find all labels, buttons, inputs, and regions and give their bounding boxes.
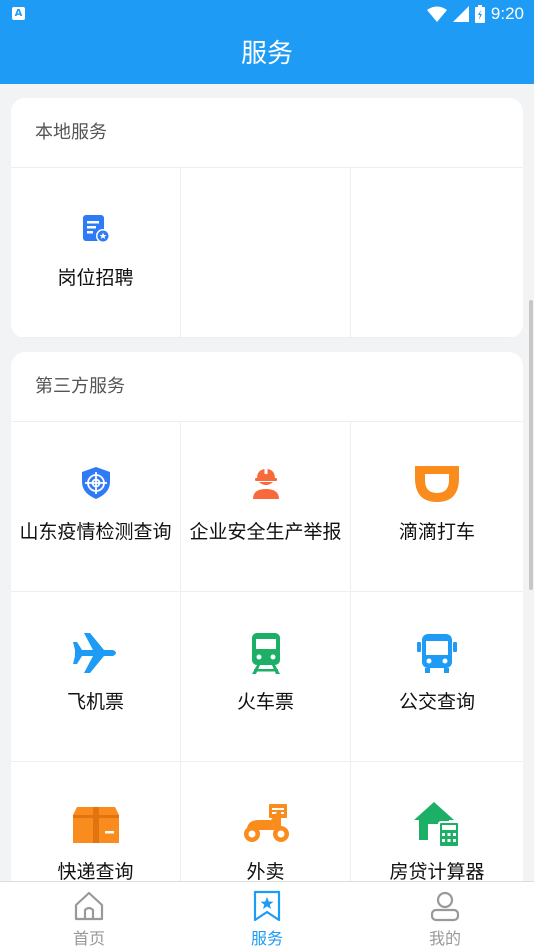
service-takeaway[interactable]: 外卖: [181, 762, 351, 892]
service-safety-report[interactable]: 企业安全生产举报: [181, 422, 351, 592]
scooter-icon: [241, 798, 291, 848]
service-label: 飞机票: [66, 691, 124, 713]
service-bus-query[interactable]: 公交查询: [351, 592, 523, 762]
service-epidemic-query[interactable]: 山东疫情检测查询: [11, 422, 181, 592]
service-flight-tickets[interactable]: 飞机票: [11, 592, 181, 762]
service-label: 企业安全生产举报: [189, 521, 342, 543]
bus-icon: [412, 628, 462, 678]
clock: 9:20: [490, 4, 524, 23]
airplane-icon: [71, 628, 121, 678]
bookmark-star-icon: [253, 890, 281, 922]
service-label: 山东疫情检测查询: [19, 521, 172, 543]
third-party-services-grid: 山东疫情检测查询 企业安全生产举报 滴滴打车 飞机票 火车票 公交查询 快递查询…: [11, 422, 523, 892]
service-label: 快递查询: [57, 861, 134, 883]
tab-label: 首页: [72, 929, 105, 948]
shield-target-icon: [71, 458, 121, 508]
home-icon: [74, 891, 104, 921]
service-label: 外卖: [246, 861, 285, 883]
wifi-icon: [426, 6, 447, 22]
service-label: 岗位招聘: [57, 267, 134, 289]
local-services-card: 本地服务 岗位招聘: [11, 98, 523, 338]
bottom-tab-bar: 首页 服务 我的: [0, 881, 534, 951]
service-didi-taxi[interactable]: 滴滴打车: [351, 422, 523, 592]
job-posting-icon: [71, 204, 121, 254]
tab-label: 服务: [250, 929, 283, 948]
page-title: 服务: [0, 28, 534, 84]
section-title-third-party: 第三方服务: [11, 352, 523, 422]
battery-icon: [474, 5, 485, 23]
service-label: 公交查询: [398, 691, 475, 713]
service-train-tickets[interactable]: 火车票: [181, 592, 351, 762]
tab-home[interactable]: 首页: [0, 882, 178, 951]
empty-cell: [351, 168, 523, 338]
empty-cell: [181, 168, 351, 338]
didi-logo-icon: [409, 458, 465, 508]
section-title-local: 本地服务: [11, 98, 523, 168]
scrollbar[interactable]: [529, 300, 533, 590]
package-icon: [71, 798, 121, 848]
app-notification-icon: A: [12, 7, 25, 20]
safety-worker-icon: [241, 458, 291, 508]
status-bar: A 9:20: [0, 0, 534, 28]
service-job-posting[interactable]: 岗位招聘: [11, 168, 181, 338]
tab-services[interactable]: 服务: [178, 882, 356, 951]
local-services-grid: 岗位招聘: [11, 168, 523, 338]
service-express-query[interactable]: 快递查询: [11, 762, 181, 892]
signal-icon: [452, 6, 469, 22]
service-label: 火车票: [236, 691, 294, 713]
service-label: 滴滴打车: [398, 521, 475, 543]
house-calculator-icon: [412, 798, 462, 848]
service-label: 房贷计算器: [389, 861, 485, 883]
service-mortgage-calculator[interactable]: 房贷计算器: [351, 762, 523, 892]
user-icon: [430, 891, 460, 922]
tab-label: 我的: [428, 929, 461, 948]
tab-profile[interactable]: 我的: [356, 882, 534, 951]
train-icon: [241, 628, 291, 678]
third-party-services-card: 第三方服务 山东疫情检测查询 企业安全生产举报 滴滴打车 飞机票 火车票 公交查…: [11, 352, 523, 892]
